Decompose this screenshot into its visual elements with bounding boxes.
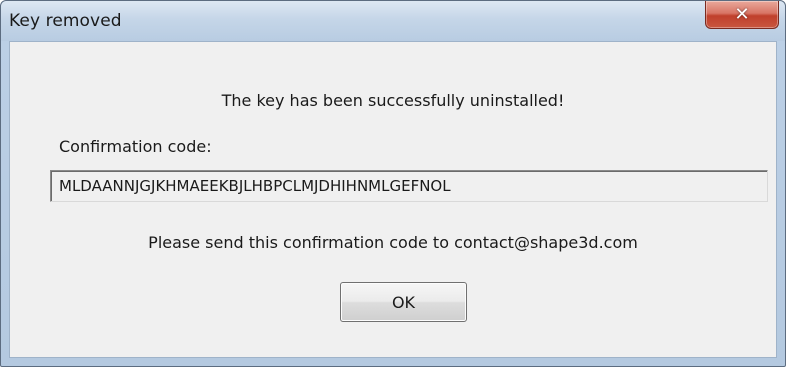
confirmation-code-field[interactable]: MLDAANNJGJKHMAEEKBJLHBPCLMJDHIHNMLGEFNOL [50,170,768,202]
confirmation-code-label: Confirmation code: [59,137,212,156]
window-title: Key removed [9,11,122,31]
ok-button[interactable]: OK [340,282,467,322]
title-bar[interactable]: Key removed ✕ [1,1,785,41]
success-message: The key has been successfully uninstalle… [221,91,565,110]
dialog-body: The key has been successfully uninstalle… [9,41,777,358]
close-icon: ✕ [734,3,750,25]
dialog-window: Key removed ✕ The key has been successfu… [0,0,786,367]
close-button[interactable]: ✕ [705,1,779,29]
instruction-text: Please send this confirmation code to co… [148,233,638,252]
